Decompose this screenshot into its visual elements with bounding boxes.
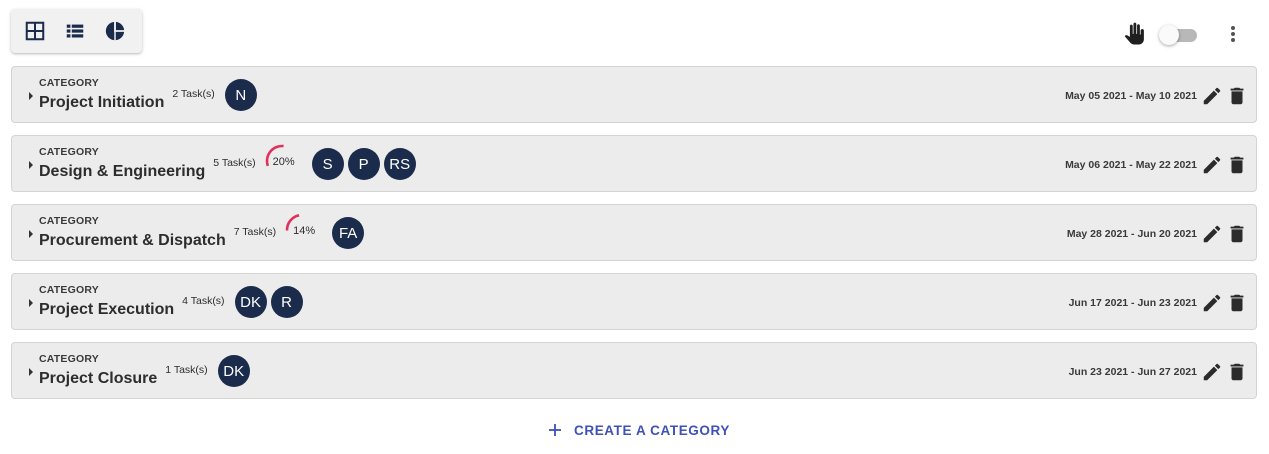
category-row[interactable]: CATEGORY Project Initiation 2 Task(s) N May … [11,66,1257,123]
category-title: Procurement & Dispatch [39,232,226,249]
category-title: Project Closure [39,370,158,387]
assignee-avatars: FA [332,217,365,249]
grid-view-icon [25,21,45,41]
edit-icon[interactable] [1201,85,1223,107]
date-range: May 05 2021 - May 10 2021 [1065,90,1197,102]
task-count: 1 Task(s) [165,364,208,376]
expand-caret-icon[interactable] [27,367,35,377]
category-list: CATEGORY Project Initiation 2 Task(s) N May … [11,66,1257,411]
category-row[interactable]: CATEGORY Procurement & Dispatch 7 Task(s) 1… [11,204,1257,261]
top-toolbar [0,0,1269,62]
date-range: Jun 23 2021 - Jun 27 2021 [1068,366,1197,378]
edit-icon[interactable] [1201,292,1223,314]
task-count: 7 Task(s) [233,226,277,238]
delete-icon[interactable] [1226,154,1248,176]
toggle-thumb [1159,25,1179,45]
list-view-icon [66,24,84,38]
task-count: 4 Task(s) [182,295,225,307]
category-summary: Project Initiation 2 Task(s) N [39,67,257,124]
task-count: 5 Task(s) [213,157,256,169]
delete-icon[interactable] [1226,361,1248,383]
assignee-avatars: S P RS [311,148,416,180]
hand-icon[interactable] [1122,21,1148,47]
more-options-icon[interactable] [1222,22,1244,46]
view-switcher [11,9,142,53]
hand-mode-toggle[interactable] [1159,25,1199,45]
avatar[interactable]: P [347,148,380,180]
progress-indicator: 14% [284,213,322,245]
date-range: May 06 2021 - May 22 2021 [1065,159,1197,171]
avatar[interactable]: S [311,148,344,180]
task-count: 2 Task(s) [172,88,215,100]
category-title: Project Initiation [39,94,165,111]
category-title: Design & Engineering [39,163,206,180]
category-row[interactable]: CATEGORY Design & Engineering 5 Task(s) 20%… [11,135,1257,192]
progress-percent: 14% [293,225,316,237]
expand-caret-icon[interactable] [27,229,35,239]
date-range: May 28 2021 - Jun 20 2021 [1066,228,1197,240]
avatar[interactable]: RS [383,148,416,180]
list-view-button[interactable] [64,20,86,42]
edit-icon[interactable] [1201,361,1223,383]
category-summary: Project Execution 4 Task(s) DK R [39,274,303,331]
category-row[interactable]: CATEGORY Project Closure 1 Task(s) DK Jun 23… [11,342,1257,399]
delete-icon[interactable] [1226,223,1248,245]
avatar[interactable]: FA [332,217,365,249]
assignee-avatars: DK R [234,286,303,318]
plus-icon [549,424,561,436]
category-summary: Project Closure 1 Task(s) DK [39,343,250,400]
progress-indicator: 20% [264,144,302,176]
edit-icon[interactable] [1201,154,1223,176]
chart-view-button[interactable] [104,20,126,42]
category-summary: Procurement & Dispatch 7 Task(s) 14% FA [39,205,365,262]
category-summary: Design & Engineering 5 Task(s) 20% S P RS [39,136,416,193]
assignee-avatars: N [224,79,257,111]
edit-icon[interactable] [1201,223,1223,245]
date-range: Jun 17 2021 - Jun 23 2021 [1068,297,1197,309]
grid-view-button[interactable] [24,20,46,42]
create-category-button[interactable]: CREATE A CATEGORY [547,419,730,441]
assignee-avatars: DK [217,355,250,387]
create-category-label: CREATE A CATEGORY [574,422,730,438]
avatar[interactable]: N [224,79,257,111]
category-row[interactable]: CATEGORY Project Execution 4 Task(s) DK R Jun… [11,273,1257,330]
category-title: Project Execution [39,301,175,318]
expand-caret-icon[interactable] [27,91,35,101]
pie-chart-icon [105,21,125,41]
delete-icon[interactable] [1226,292,1248,314]
avatar[interactable]: R [270,286,303,318]
progress-percent: 20% [272,156,295,168]
avatar[interactable]: DK [234,286,267,318]
expand-caret-icon[interactable] [27,298,35,308]
avatar[interactable]: DK [217,355,250,387]
delete-icon[interactable] [1226,85,1248,107]
expand-caret-icon[interactable] [27,160,35,170]
